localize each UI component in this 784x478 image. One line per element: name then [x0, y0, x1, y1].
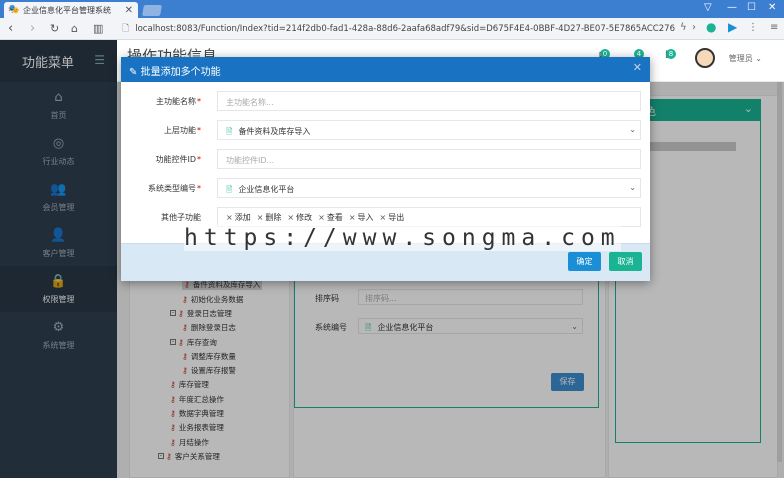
- parent-row: 上层功能* 🗎 备件资料及库存导入 ⌄: [121, 120, 650, 140]
- bolt-icon[interactable]: ϟ: [680, 22, 687, 33]
- tag-label: 删除: [265, 213, 282, 222]
- dialog-header: ✎ 批量添加多个功能 ✕: [121, 57, 650, 82]
- function-tag[interactable]: × 修改: [287, 212, 312, 223]
- task-badge: 8: [666, 49, 676, 59]
- tag-label: 添加: [234, 213, 251, 222]
- remove-tag-icon[interactable]: ×: [318, 213, 325, 222]
- remove-tag-icon[interactable]: ×: [349, 213, 356, 222]
- wechat-icon[interactable]: ●: [706, 20, 716, 34]
- other-functions-row: 其他子功能 × 添加 × 删除 × 修改 × 查看 × 导入 × 导出: [121, 207, 650, 227]
- confirm-button[interactable]: 确定: [568, 252, 601, 271]
- chevron-down-icon: ⌄: [629, 125, 636, 134]
- page-info-icon: 🗋: [122, 24, 130, 34]
- control-id-label-text: 功能控件ID: [155, 155, 196, 164]
- parent-value: 备件资料及库存导入: [238, 127, 311, 136]
- avatar[interactable]: [695, 48, 715, 68]
- remove-tag-icon[interactable]: ×: [380, 213, 387, 222]
- function-tag[interactable]: × 删除: [257, 212, 282, 223]
- dropdown-icon[interactable]: ›: [692, 22, 696, 33]
- function-tag[interactable]: × 查看: [318, 212, 343, 223]
- close-tab-icon[interactable]: ✕: [125, 5, 133, 16]
- main-name-label: 主功能名称*: [156, 96, 201, 107]
- browser-tab[interactable]: 🎭 企业信息化平台管理系统 ✕: [4, 2, 138, 18]
- user-menu[interactable]: 管理员 ⌄: [729, 53, 762, 64]
- remove-tag-icon[interactable]: ×: [287, 213, 294, 222]
- url-field[interactable]: 🗋 localhost:8083/Function/Index?tid=214f…: [122, 22, 682, 36]
- shield-icon[interactable]: ▽: [704, 2, 712, 13]
- tag-label: 导入: [357, 213, 374, 222]
- tag-label: 导出: [388, 213, 405, 222]
- control-id-label: 功能控件ID*: [155, 154, 201, 165]
- browser-tabbar: 🎭 企业信息化平台管理系统 ✕ ▽ — ☐ ✕: [0, 0, 784, 18]
- required-mark: *: [197, 126, 201, 135]
- other-functions-label: 其他子功能: [161, 213, 201, 222]
- tag-list: × 添加 × 删除 × 修改 × 查看 × 导入 × 导出: [226, 212, 632, 223]
- system-type-label-text: 系统类型编号: [148, 184, 196, 193]
- minimize-icon[interactable]: —: [727, 2, 737, 13]
- reload-icon[interactable]: ↻: [50, 21, 59, 37]
- control-id-input[interactable]: 功能控件ID...: [217, 149, 641, 169]
- close-window-icon[interactable]: ✕: [768, 2, 776, 13]
- parent-label-text: 上层功能: [164, 126, 196, 135]
- user-name: 管理员: [728, 54, 753, 63]
- forward-icon[interactable]: ›: [30, 21, 35, 37]
- back-icon[interactable]: ‹: [8, 21, 13, 37]
- url-text: localhost:8083/Function/Index?tid=214f2d…: [135, 24, 675, 34]
- extensions-icon[interactable]: ⋮: [748, 22, 758, 33]
- new-tab-button[interactable]: [142, 5, 162, 16]
- play-icon[interactable]: ▶: [728, 20, 737, 34]
- tag-label: 修改: [296, 213, 313, 222]
- tab-title: 企业信息化平台管理系统: [23, 5, 111, 15]
- document-icon: 🗎: [226, 185, 233, 194]
- function-tag[interactable]: × 导入: [349, 212, 374, 223]
- system-type-row: 系统类型编号* 🗎 企业信息化平台 ⌄: [121, 178, 650, 198]
- other-functions-tags[interactable]: × 添加 × 删除 × 修改 × 查看 × 导入 × 导出: [217, 207, 641, 227]
- main-name-label-text: 主功能名称: [156, 97, 196, 106]
- parent-label: 上层功能*: [164, 125, 201, 136]
- parent-select[interactable]: 🗎 备件资料及库存导入 ⌄: [217, 120, 641, 140]
- cancel-button[interactable]: 取消: [609, 252, 642, 271]
- chevron-down-icon: ⌄: [629, 183, 636, 192]
- document-icon: 🗎: [226, 127, 233, 136]
- home-nav-icon[interactable]: ⌂: [71, 21, 78, 37]
- system-type-value: 企业信息化平台: [238, 185, 295, 194]
- required-mark: *: [197, 155, 201, 164]
- remove-tag-icon[interactable]: ×: [257, 213, 264, 222]
- close-icon[interactable]: ✕: [633, 61, 642, 74]
- menu-icon[interactable]: ≡: [770, 22, 778, 33]
- system-type-label: 系统类型编号*: [148, 183, 201, 194]
- main-name-input[interactable]: 主功能名称...: [217, 91, 641, 111]
- function-tag[interactable]: × 导出: [380, 212, 405, 223]
- watermark: https://www.songma.com: [184, 225, 621, 251]
- system-type-select[interactable]: 🗎 企业信息化平台 ⌄: [217, 178, 641, 198]
- tag-label: 查看: [326, 213, 343, 222]
- pencil-icon: ✎: [129, 67, 138, 78]
- function-tag[interactable]: × 添加: [226, 212, 251, 223]
- favicon-icon: 🎭: [8, 5, 20, 15]
- required-mark: *: [197, 184, 201, 193]
- dialog-title: 批量添加多个功能: [140, 67, 221, 78]
- reader-icon[interactable]: ▥: [93, 21, 103, 37]
- remove-tag-icon[interactable]: ×: [226, 213, 233, 222]
- maximize-icon[interactable]: ☐: [747, 2, 756, 13]
- control-id-row: 功能控件ID* 功能控件ID...: [121, 149, 650, 169]
- required-mark: *: [197, 97, 201, 106]
- main-name-row: 主功能名称* 主功能名称...: [121, 91, 650, 111]
- modal-backdrop-left: [0, 40, 117, 478]
- address-bar: ‹ › ↻ ⌂ ▥ 🗋 localhost:8083/Function/Inde…: [0, 18, 784, 40]
